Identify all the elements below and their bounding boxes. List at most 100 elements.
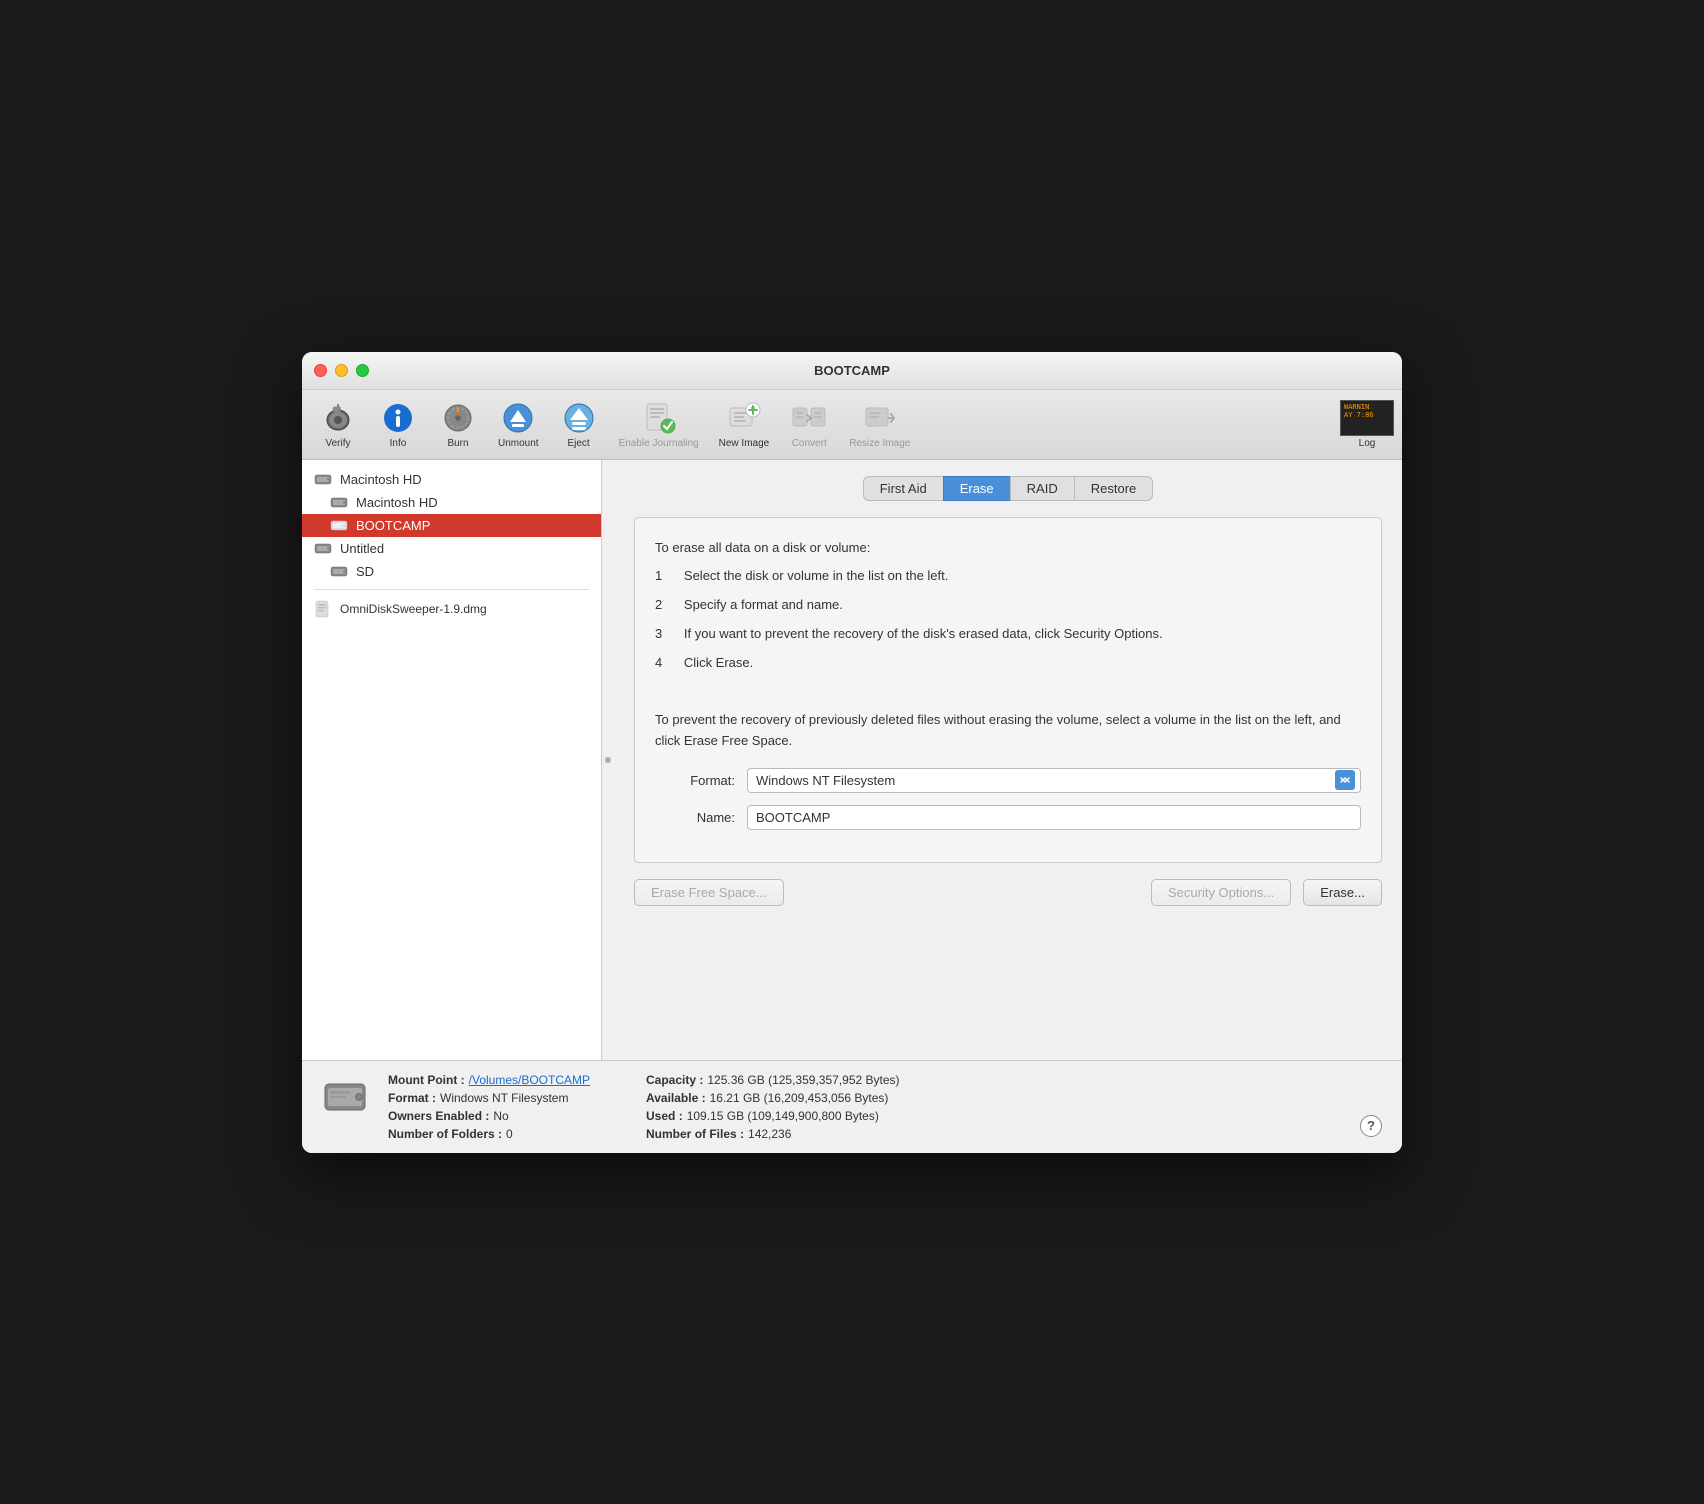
available-value: 16.21 GB (16,209,453,056 Bytes) — [710, 1091, 889, 1105]
num-files-key: Number of Files : — [646, 1127, 744, 1141]
info-left-col: Mount Point : /Volumes/BOOTCAMP Format :… — [388, 1073, 590, 1141]
resize-image-label: Resize Image — [849, 438, 910, 449]
tab-first-aid[interactable]: First Aid — [863, 476, 943, 501]
num-folders-key: Number of Folders : — [388, 1127, 502, 1141]
info-owners-enabled: Owners Enabled : No — [388, 1109, 590, 1123]
log-label: Log — [1359, 438, 1376, 449]
tab-restore[interactable]: Restore — [1074, 476, 1154, 501]
enable-journaling-icon-svg — [641, 400, 677, 436]
toolbar-log-button[interactable]: WARNIN AY 7:86 Log — [1340, 400, 1394, 449]
titlebar: BOOTCAMP — [302, 352, 1402, 390]
burn-icon-svg — [442, 402, 474, 434]
close-button[interactable] — [314, 364, 327, 377]
sidebar: Macintosh HD Macintosh HD BOOTCAMP — [302, 460, 602, 1060]
eject-icon-svg — [561, 400, 597, 436]
name-input[interactable] — [747, 805, 1361, 830]
info-bar: Mount Point : /Volumes/BOOTCAMP Format :… — [302, 1060, 1402, 1153]
resize-image-icon — [862, 400, 898, 436]
sidebar-item-omnidisksweeper[interactable]: OmniDiskSweeper-1.9.dmg — [302, 596, 601, 622]
window-title: BOOTCAMP — [814, 363, 890, 378]
num-files-value: 142,236 — [748, 1127, 791, 1141]
tab-bar: First Aid Erase RAID Restore — [634, 476, 1382, 501]
toolbar-info-button[interactable]: Info — [370, 396, 426, 453]
name-row: Name: — [655, 805, 1361, 830]
info-num-files: Number of Files : 142,236 — [646, 1127, 900, 1141]
toolbar-burn-button[interactable]: Burn — [430, 396, 486, 453]
tab-raid[interactable]: RAID — [1010, 476, 1074, 501]
toolbar-resize-image-button[interactable]: Resize Image — [841, 396, 918, 453]
capacity-value: 125.36 GB (125,359,357,952 Bytes) — [707, 1073, 899, 1087]
eject-label: Eject — [567, 438, 589, 449]
burn-icon — [440, 400, 476, 436]
erase-description: To erase all data on a disk or volume: 1… — [655, 538, 1361, 752]
erase-button[interactable]: Erase... — [1303, 879, 1382, 906]
resize-image-icon-svg — [862, 400, 898, 436]
format-value: Windows NT Filesystem — [440, 1091, 568, 1105]
used-key: Used : — [646, 1109, 683, 1123]
verify-icon — [320, 400, 356, 436]
format-label: Format: — [655, 773, 735, 788]
owners-enabled-value: No — [493, 1109, 508, 1123]
toolbar-new-image-button[interactable]: New Image — [711, 396, 778, 453]
name-label: Name: — [655, 810, 735, 825]
toolbar: Verify Info — [302, 390, 1402, 460]
convert-label: Convert — [792, 438, 827, 449]
toolbar-convert-button[interactable]: Convert — [781, 396, 837, 453]
info-num-folders: Number of Folders : 0 — [388, 1127, 590, 1141]
unmount-icon — [500, 400, 536, 436]
info-mount-point: Mount Point : /Volumes/BOOTCAMP — [388, 1073, 590, 1087]
resize-dot — [605, 757, 611, 763]
mount-point-key: Mount Point : — [388, 1073, 465, 1087]
num-folders-value: 0 — [506, 1127, 513, 1141]
info-icon-svg — [382, 402, 414, 434]
sidebar-item-macintosh-hd-root[interactable]: Macintosh HD — [302, 468, 601, 491]
disk-icon — [330, 495, 348, 509]
mount-point-value[interactable]: /Volumes/BOOTCAMP — [469, 1073, 590, 1087]
disk-icon — [314, 541, 332, 555]
log-thumbnail: WARNIN AY 7:86 — [1340, 400, 1394, 436]
toolbar-enable-journaling-button[interactable]: Enable Journaling — [611, 396, 707, 453]
sidebar-item-bootcamp[interactable]: BOOTCAMP — [302, 514, 601, 537]
toolbar-verify-button[interactable]: Verify — [310, 396, 366, 453]
format-row: Format: Windows NT Filesystem — [655, 768, 1361, 793]
format-select[interactable]: Windows NT Filesystem — [747, 768, 1361, 793]
enable-journaling-icon — [641, 400, 677, 436]
erase-button-row: Erase Free Space... Security Options... … — [634, 879, 1382, 906]
sidebar-divider — [314, 589, 589, 590]
maximize-button[interactable] — [356, 364, 369, 377]
enable-journaling-label: Enable Journaling — [619, 438, 699, 449]
info-capacity: Capacity : 125.36 GB (125,359,357,952 By… — [646, 1073, 900, 1087]
help-button[interactable]: ? — [1360, 1115, 1382, 1137]
convert-icon-svg — [791, 400, 827, 436]
format-key: Format : — [388, 1091, 436, 1105]
traffic-lights — [314, 364, 369, 377]
available-key: Available : — [646, 1091, 706, 1105]
info-disk-icon — [322, 1073, 372, 1123]
burn-label: Burn — [447, 438, 468, 449]
new-image-label: New Image — [719, 438, 770, 449]
toolbar-unmount-button[interactable]: Unmount — [490, 396, 547, 453]
new-image-icon-svg — [726, 400, 762, 436]
detail-panel: First Aid Erase RAID Restore To erase al… — [614, 460, 1402, 1060]
minimize-button[interactable] — [335, 364, 348, 377]
toolbar-eject-button[interactable]: Eject — [551, 396, 607, 453]
info-disk-svg — [323, 1078, 371, 1118]
info-format: Format : Windows NT Filesystem — [388, 1091, 590, 1105]
info-available: Available : 16.21 GB (16,209,453,056 Byt… — [646, 1091, 900, 1105]
sidebar-item-untitled[interactable]: Untitled — [302, 537, 601, 560]
erase-free-space-button[interactable]: Erase Free Space... — [634, 879, 784, 906]
new-image-icon — [726, 400, 762, 436]
verify-icon-svg — [322, 402, 354, 434]
format-select-wrapper: Windows NT Filesystem — [747, 768, 1361, 793]
sidebar-item-macintosh-hd-sub[interactable]: Macintosh HD — [302, 491, 601, 514]
sidebar-item-sd[interactable]: SD — [302, 560, 601, 583]
capacity-key: Capacity : — [646, 1073, 703, 1087]
disk-icon — [330, 564, 348, 578]
disk-icon-selected — [330, 518, 348, 532]
tab-erase[interactable]: Erase — [943, 476, 1010, 501]
resize-handle[interactable] — [602, 460, 614, 1060]
security-options-button[interactable]: Security Options... — [1151, 879, 1291, 906]
info-right-col: Capacity : 125.36 GB (125,359,357,952 By… — [646, 1073, 900, 1141]
convert-icon — [791, 400, 827, 436]
used-value: 109.15 GB (109,149,900,800 Bytes) — [687, 1109, 879, 1123]
